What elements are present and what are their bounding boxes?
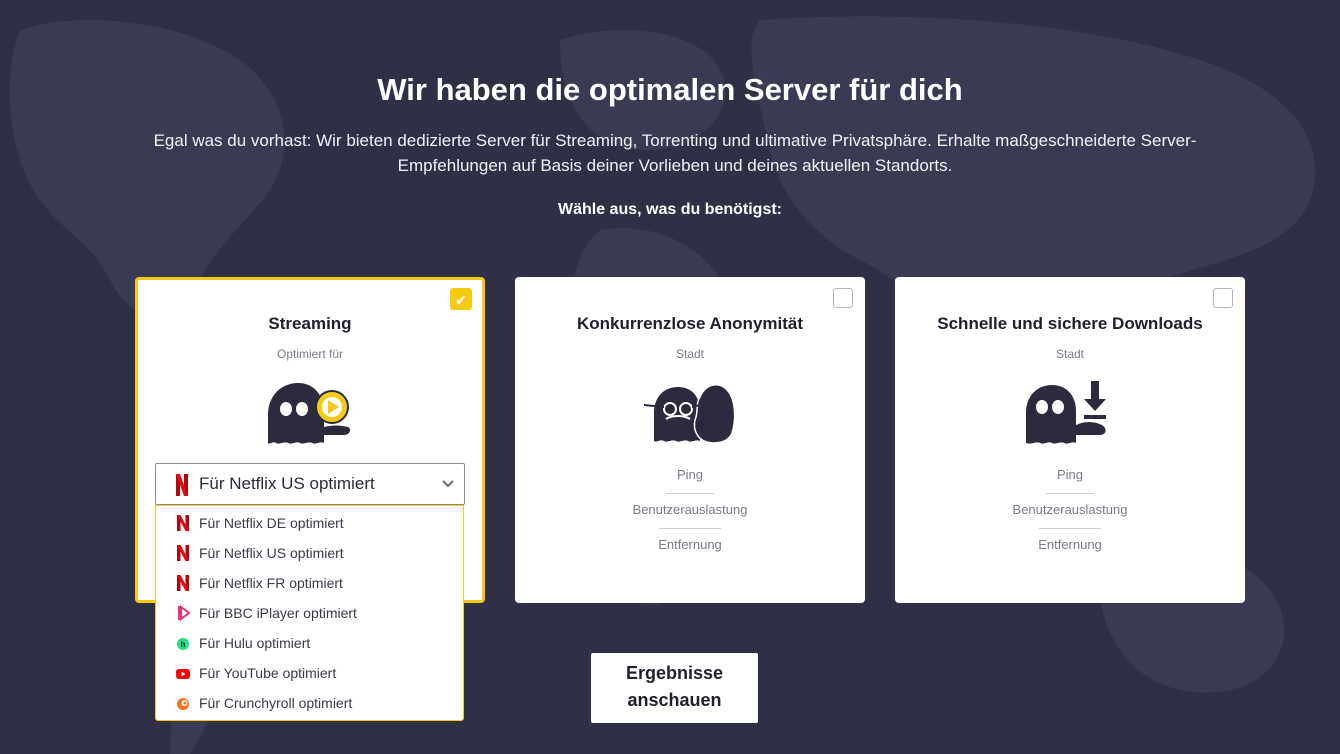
card-title: Streaming: [268, 314, 352, 333]
ghost-download-icon: [1026, 381, 1106, 444]
server-stats: Ping Benutzerauslastung Entfernung: [515, 465, 865, 570]
anonymity-checkbox[interactable]: [833, 288, 853, 308]
netflix-icon: [177, 575, 189, 591]
ghost-play-icon: [268, 383, 351, 444]
hulu-icon: h: [177, 638, 189, 650]
ghost-disguise-icon: [643, 384, 736, 444]
streaming-checkbox[interactable]: ✔: [450, 288, 472, 310]
card-title: Schnelle und sichere Downloads: [937, 314, 1203, 333]
dropdown-option-crunchyroll[interactable]: Für Crunchyroll optimiert: [156, 688, 463, 718]
downloads-checkbox[interactable]: [1213, 288, 1233, 308]
stat-user-load: Benutzerauslastung: [1000, 500, 1140, 535]
page-description: Egal was du vorhast: Wir bieten dedizier…: [153, 131, 1197, 175]
dropdown-option-netflix-us[interactable]: Für Netflix US optimiert: [156, 538, 463, 568]
stat-ping: Ping: [1000, 465, 1140, 500]
view-results-button[interactable]: Ergebnisse anschauen: [591, 653, 758, 723]
dropdown-option-bbc-iplayer[interactable]: Für BBC iPlayer optimiert: [156, 598, 463, 628]
svg-text:h: h: [181, 640, 186, 649]
chevron-down-icon: [442, 480, 454, 488]
streaming-service-select[interactable]: Für Netflix US optimiert: [155, 463, 465, 505]
card-title: Konkurrenzlose Anonymität: [576, 314, 804, 333]
anonymity-card[interactable]: Konkurrenzlose Anonymität Stadt Ping Ben…: [515, 277, 865, 603]
stat-ping: Ping: [620, 465, 760, 500]
select-value: Für Netflix US optimiert: [199, 474, 375, 493]
netflix-icon: [177, 545, 189, 561]
crunchyroll-icon: [177, 698, 189, 710]
view-results-label-line2: anschauen: [627, 690, 722, 710]
netflix-icon: [177, 515, 189, 531]
bbc-iplayer-icon: [178, 605, 190, 621]
dropdown-option-youtube[interactable]: Für YouTube optimiert: [156, 658, 463, 688]
stat-distance: Entfernung: [1038, 537, 1102, 552]
view-results-label-line1: Ergebnisse: [625, 663, 724, 683]
card-subtitle: Optimiert für: [276, 347, 343, 361]
page-title: Wir haben die optimalen Server für dich: [377, 72, 963, 107]
dropdown-option-hulu[interactable]: h Für Hulu optimiert: [156, 628, 463, 658]
checkmark-icon: ✔: [455, 292, 467, 308]
stat-user-load: Benutzerauslastung: [620, 500, 760, 535]
card-subtitle: Stadt: [675, 347, 705, 361]
dropdown-option-netflix-de[interactable]: Für Netflix DE optimiert: [156, 508, 463, 538]
card-subtitle: Stadt: [1055, 347, 1085, 361]
choose-prompt: Wähle aus, was du benötigst:: [557, 201, 783, 218]
dropdown-option-netflix-fr[interactable]: Für Netflix FR optimiert: [156, 568, 463, 598]
youtube-icon: [176, 669, 190, 679]
server-stats: Ping Benutzerauslastung Entfernung: [895, 465, 1245, 570]
streaming-service-dropdown: Für Netflix DE optimiert Für Netflix US …: [155, 505, 464, 721]
stat-distance: Entfernung: [658, 537, 722, 552]
netflix-icon: [176, 474, 188, 496]
downloads-card[interactable]: Schnelle und sichere Downloads Stadt Pin…: [895, 277, 1245, 603]
